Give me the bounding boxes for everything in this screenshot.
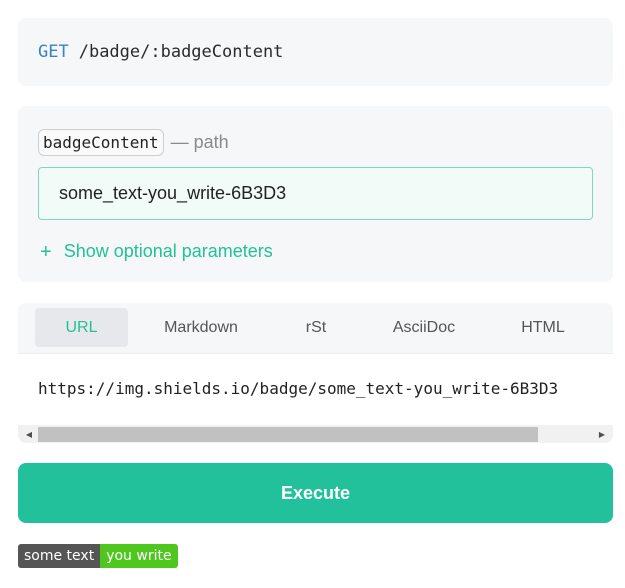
tab-markdown[interactable]: Markdown bbox=[151, 308, 251, 347]
scroll-left-icon[interactable]: ◀ bbox=[20, 425, 38, 443]
horizontal-scrollbar[interactable]: ◀ ▶ bbox=[18, 425, 613, 443]
show-optional-parameters-button[interactable]: + Show optional parameters bbox=[40, 241, 273, 262]
param-kind: — path bbox=[170, 132, 229, 152]
parameters-card: badgeContent — path + Show optional para… bbox=[18, 106, 613, 282]
snippet-tabs: URL Markdown rSt AsciiDoc HTML bbox=[18, 303, 613, 351]
tab-rst[interactable]: rSt bbox=[286, 308, 346, 347]
tab-asciidoc[interactable]: AsciiDoc bbox=[378, 308, 470, 347]
plus-icon: + bbox=[40, 240, 52, 263]
tab-url[interactable]: URL bbox=[35, 308, 128, 347]
optional-label: Show optional parameters bbox=[63, 241, 273, 261]
tab-html[interactable]: HTML bbox=[508, 308, 578, 347]
badge-builder: GET /badge/:badgeContent badgeContent — … bbox=[0, 0, 625, 588]
badge-left-text: some text bbox=[18, 544, 101, 568]
scroll-thumb[interactable] bbox=[38, 427, 538, 442]
endpoint-header: GET /badge/:badgeContent bbox=[18, 18, 613, 86]
scroll-right-icon[interactable]: ▶ bbox=[593, 425, 611, 443]
http-method: GET bbox=[38, 42, 69, 62]
snippet-url[interactable]: https://img.shields.io/badge/some_text-y… bbox=[38, 379, 558, 398]
badge-content-input[interactable] bbox=[38, 167, 593, 220]
param-label-row: badgeContent — path bbox=[38, 129, 229, 156]
endpoint-path: /badge/:badgeContent bbox=[78, 42, 284, 62]
snippet-code-area[interactable]: https://img.shields.io/badge/some_text-y… bbox=[18, 353, 613, 425]
snippet-card: URL Markdown rSt AsciiDoc HTML https://i… bbox=[18, 303, 613, 443]
param-name: badgeContent bbox=[38, 129, 164, 156]
badge-right-text: you write bbox=[100, 544, 178, 568]
execute-button[interactable]: Execute bbox=[18, 463, 613, 523]
badge-preview: some text you write bbox=[18, 544, 178, 568]
